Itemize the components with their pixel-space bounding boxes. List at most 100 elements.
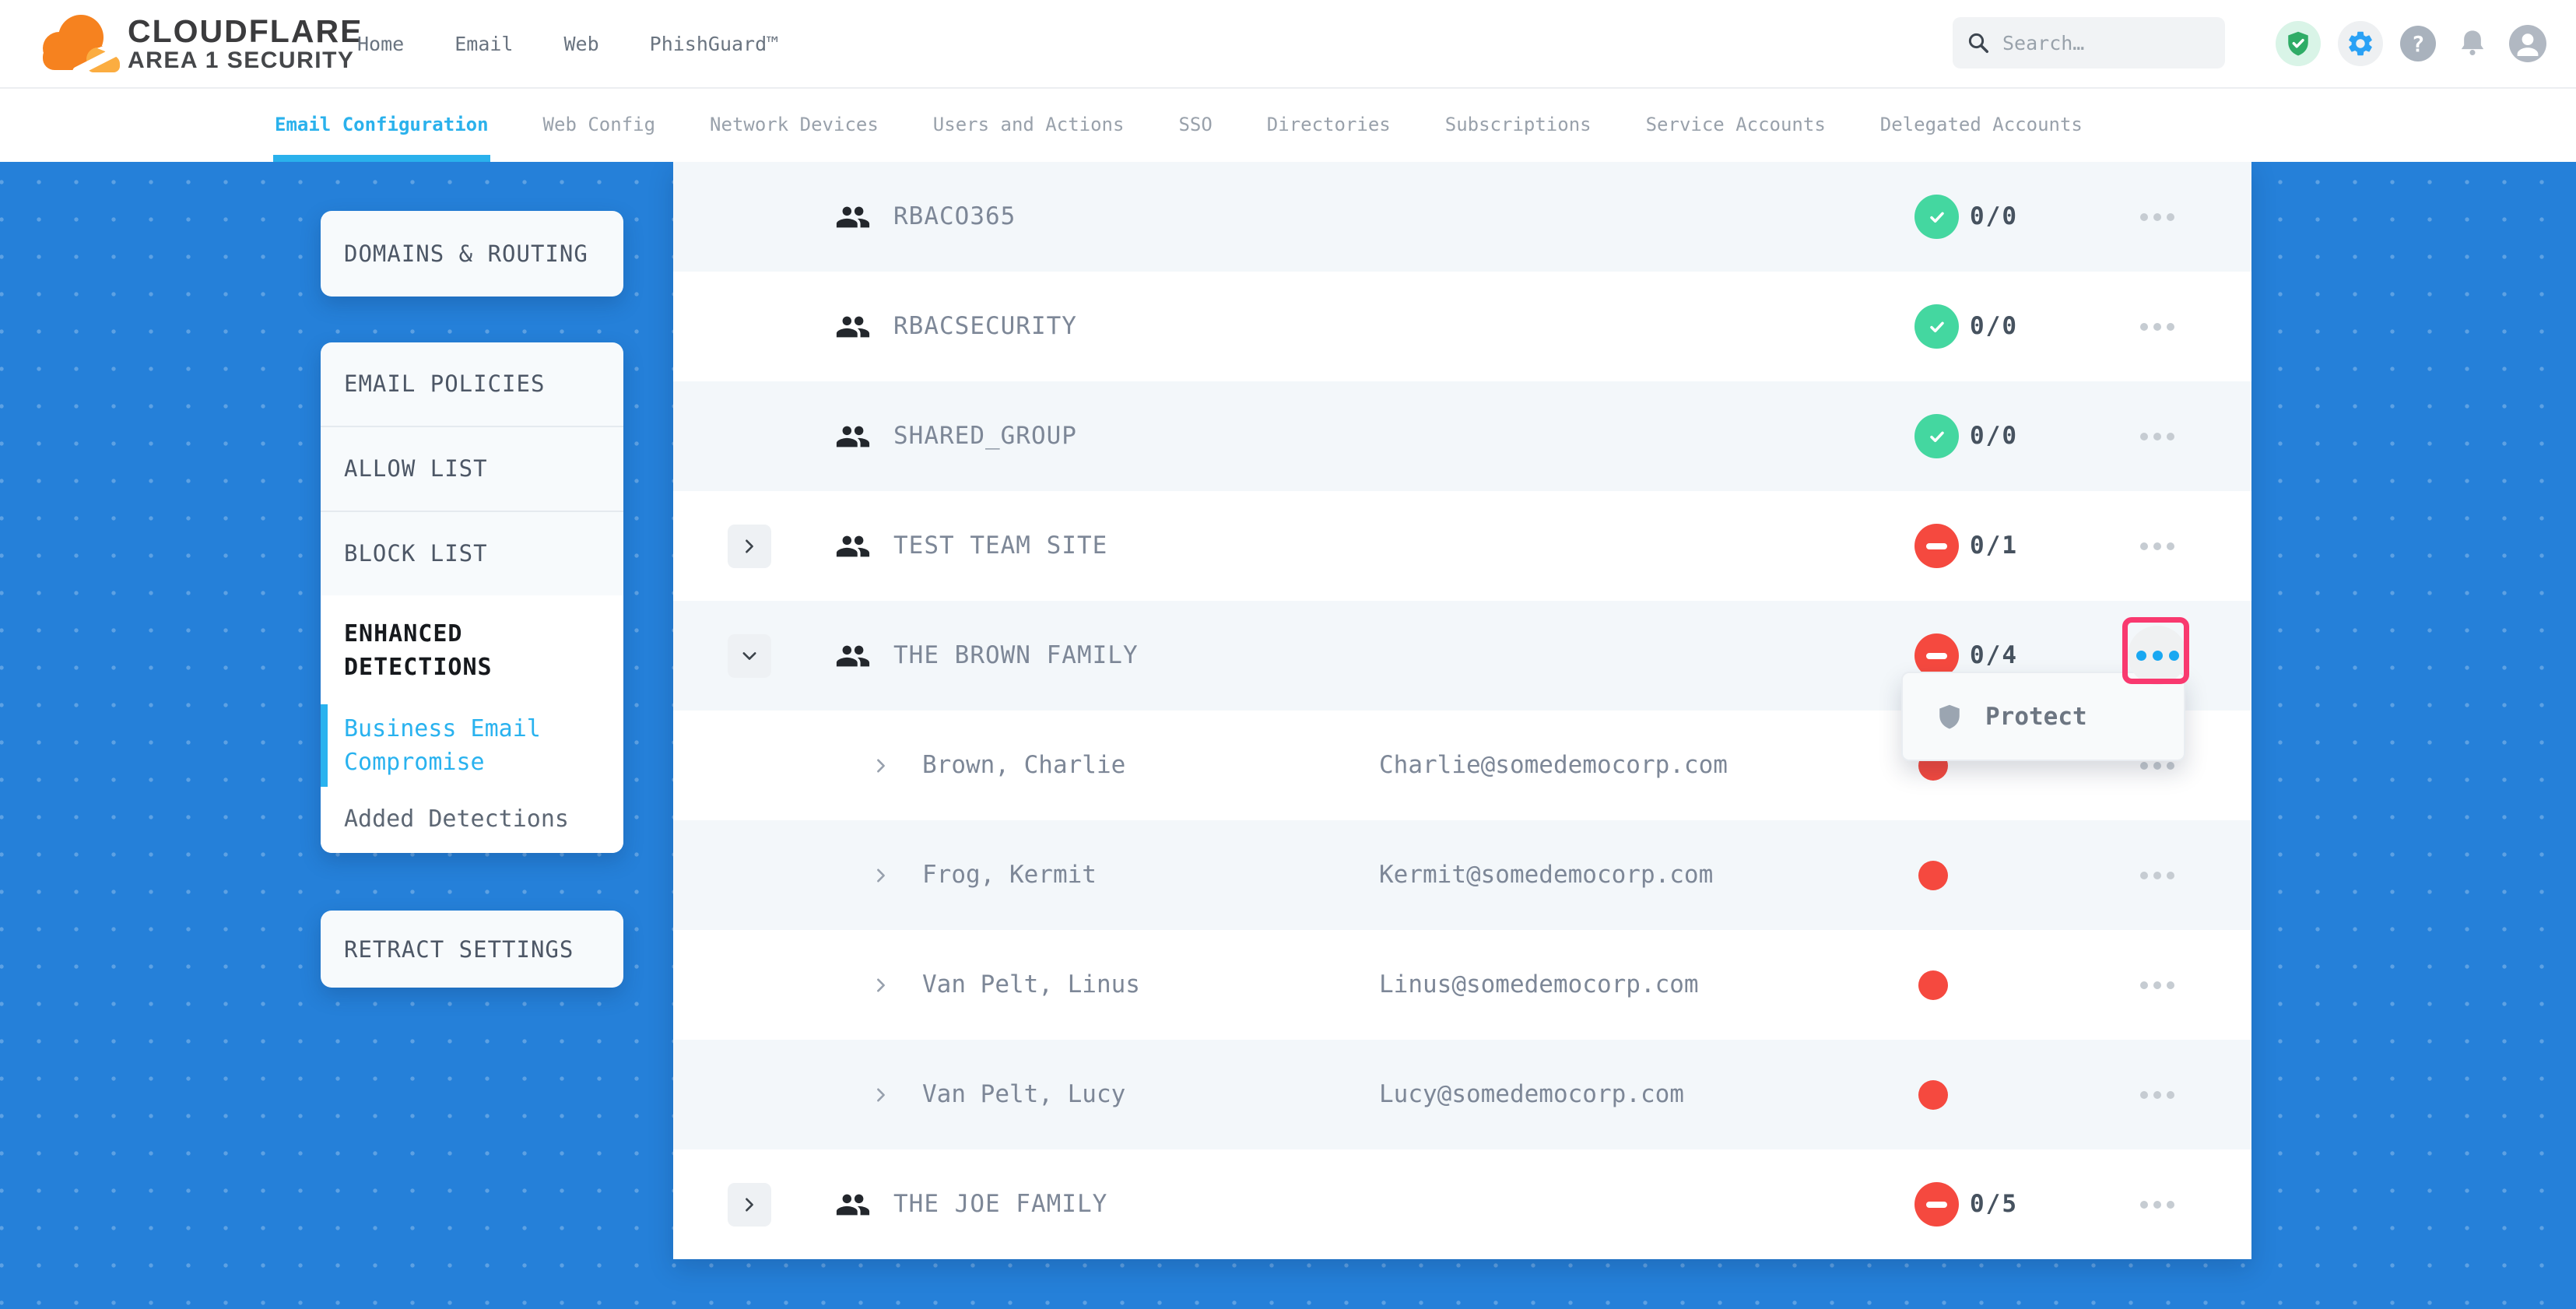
- chevron-right-icon: [740, 1195, 759, 1214]
- sidebar-policies-card: EMAIL POLICIES ALLOW LIST BLOCK LIST ENH…: [321, 342, 623, 853]
- status-alert-dot: [1918, 970, 1948, 1000]
- nav-item-phishguard[interactable]: PhishGuard™: [650, 33, 779, 55]
- status-ok-badge: [1914, 195, 1959, 239]
- status-ok-badge: [1914, 304, 1959, 349]
- group-people-icon: [835, 199, 871, 235]
- row-actions-button[interactable]: [2140, 1149, 2174, 1259]
- chevron-right-icon[interactable]: [872, 756, 890, 775]
- group-name: SHARED_GROUP: [893, 381, 1077, 491]
- sidebar-item-retract-settings[interactable]: RETRACT SETTINGS: [321, 911, 623, 988]
- tab-service-accounts[interactable]: Service Accounts: [1644, 87, 1827, 162]
- ellipsis-dot: [2169, 651, 2179, 661]
- row-actions-button[interactable]: [2140, 381, 2174, 491]
- cloudflare-logo[interactable]: CLOUDFLARE AREA 1 SECURITY: [36, 5, 363, 82]
- tab-sso[interactable]: SSO: [1177, 87, 1213, 162]
- row-context-menu: Protect: [1901, 672, 2185, 761]
- expand-chevron-button[interactable]: [728, 1183, 771, 1227]
- sidebar-label: DOMAINS & ROUTING: [344, 240, 588, 267]
- table-row-group: RBACSECURITY 0/0: [673, 272, 2251, 381]
- group-people-icon: [835, 419, 871, 454]
- enhanced-detections-title: ENHANCED DETECTIONS: [344, 617, 600, 684]
- sidebar-item-email-policies[interactable]: EMAIL POLICIES: [321, 342, 623, 426]
- product-name: AREA 1 SECURITY: [128, 47, 363, 75]
- group-name: TEST TEAM SITE: [893, 491, 1107, 601]
- row-actions-button[interactable]: [2140, 162, 2174, 272]
- sidebar-item-block-list[interactable]: BLOCK LIST: [321, 511, 623, 595]
- table-row-member: Van Pelt, Lucy Lucy@somedemocorp.com: [673, 1040, 2251, 1149]
- member-email: Kermit@somedemocorp.com: [1379, 820, 1713, 930]
- status-alert-dot: [1918, 861, 1948, 890]
- tab-delegated-accounts[interactable]: Delegated Accounts: [1879, 87, 2084, 162]
- ellipsis-dot: [2136, 651, 2146, 661]
- cloudflare-cloud-icon: [36, 5, 121, 82]
- tab-email-configuration[interactable]: Email Configuration: [273, 87, 490, 162]
- group-people-icon: [835, 309, 871, 345]
- member-name: Frog, Kermit: [922, 820, 1097, 930]
- table-row-member: Van Pelt, Linus Linus@somedemocorp.com: [673, 930, 2251, 1040]
- sidebar-label: Business Email Compromise: [344, 715, 541, 776]
- member-name: Van Pelt, Linus: [922, 930, 1140, 1040]
- protection-count: 0/5: [1970, 1149, 2018, 1259]
- brand-name: CLOUDFLARE: [128, 16, 363, 47]
- nav-item-home[interactable]: Home: [357, 33, 404, 55]
- header-icons: ?: [2276, 0, 2546, 87]
- logo-text: CLOUDFLARE AREA 1 SECURITY: [128, 16, 363, 75]
- row-actions-button[interactable]: [2140, 930, 2174, 1040]
- top-header: CLOUDFLARE AREA 1 SECURITY Home Email We…: [0, 0, 2576, 89]
- status-alert-dot: [1918, 1080, 1948, 1110]
- row-actions-button[interactable]: [2140, 272, 2174, 381]
- shield-check-icon[interactable]: [2276, 21, 2321, 66]
- group-people-icon: [835, 638, 871, 674]
- protection-count: 0/0: [1970, 381, 2018, 491]
- tab-web-config[interactable]: Web Config: [542, 87, 658, 162]
- shield-icon: [1936, 703, 1964, 731]
- search-icon: [1967, 31, 1990, 54]
- group-name: RBACO365: [893, 162, 1016, 272]
- sidebar-item-added-detections[interactable]: Added Detections: [344, 802, 600, 836]
- search-box[interactable]: [1953, 17, 2225, 68]
- notifications-bell-icon[interactable]: [2453, 24, 2492, 63]
- tab-directories[interactable]: Directories: [1265, 87, 1392, 162]
- sidebar-item-allow-list[interactable]: ALLOW LIST: [321, 426, 623, 511]
- member-name: Brown, Charlie: [922, 711, 1125, 820]
- chevron-right-icon: [740, 537, 759, 556]
- settings-gear-icon[interactable]: [2338, 21, 2383, 66]
- primary-nav: Home Email Web PhishGuard™: [357, 0, 778, 87]
- row-actions-button[interactable]: [2140, 820, 2174, 930]
- status-alert-badge: [1914, 1182, 1959, 1227]
- member-email: Linus@somedemocorp.com: [1379, 930, 1699, 1040]
- row-actions-button[interactable]: [2140, 491, 2174, 601]
- table-row-member: Frog, Kermit Kermit@somedemocorp.com: [673, 820, 2251, 930]
- chevron-right-icon[interactable]: [872, 1086, 890, 1104]
- table-row-group: RBACO365 0/0: [673, 162, 2251, 272]
- table-row-group: SHARED_GROUP 0/0: [673, 381, 2251, 491]
- collapse-chevron-button[interactable]: [728, 634, 771, 678]
- member-email: Charlie@somedemocorp.com: [1379, 711, 1728, 820]
- protection-count: 0/0: [1970, 162, 2018, 272]
- row-actions-button[interactable]: [2140, 1040, 2174, 1149]
- sidebar-item-domains-routing[interactable]: DOMAINS & ROUTING: [321, 211, 623, 297]
- active-indicator-bar: [321, 704, 328, 787]
- tab-subscriptions[interactable]: Subscriptions: [1444, 87, 1593, 162]
- area1-security-app: CLOUDFLARE AREA 1 SECURITY Home Email We…: [0, 0, 2576, 1309]
- group-name: RBACSECURITY: [893, 272, 1077, 381]
- tab-network-devices[interactable]: Network Devices: [708, 87, 880, 162]
- nav-item-email[interactable]: Email: [454, 33, 513, 55]
- row-actions-button-active[interactable]: [2128, 626, 2187, 685]
- menu-item-protect[interactable]: Protect: [1985, 703, 2087, 731]
- chevron-right-icon[interactable]: [872, 866, 890, 885]
- group-name: THE BROWN FAMILY: [893, 601, 1139, 711]
- section-tabs: Email Configuration Web Config Network D…: [0, 87, 2576, 162]
- nav-item-web[interactable]: Web: [563, 33, 598, 55]
- account-avatar-icon[interactable]: [2509, 25, 2546, 62]
- table-row-group: TEST TEAM SITE 0/1: [673, 491, 2251, 601]
- table-row-group: THE JOE FAMILY 0/5: [673, 1149, 2251, 1259]
- sidebar-item-business-email-compromise[interactable]: Business Email Compromise: [344, 712, 600, 779]
- tab-users-and-actions[interactable]: Users and Actions: [932, 87, 1126, 162]
- group-name: THE JOE FAMILY: [893, 1149, 1107, 1259]
- expand-chevron-button[interactable]: [728, 525, 771, 568]
- search-input[interactable]: [2001, 31, 2191, 55]
- ellipsis-dot: [2153, 651, 2163, 661]
- chevron-right-icon[interactable]: [872, 976, 890, 995]
- help-icon[interactable]: ?: [2400, 26, 2436, 61]
